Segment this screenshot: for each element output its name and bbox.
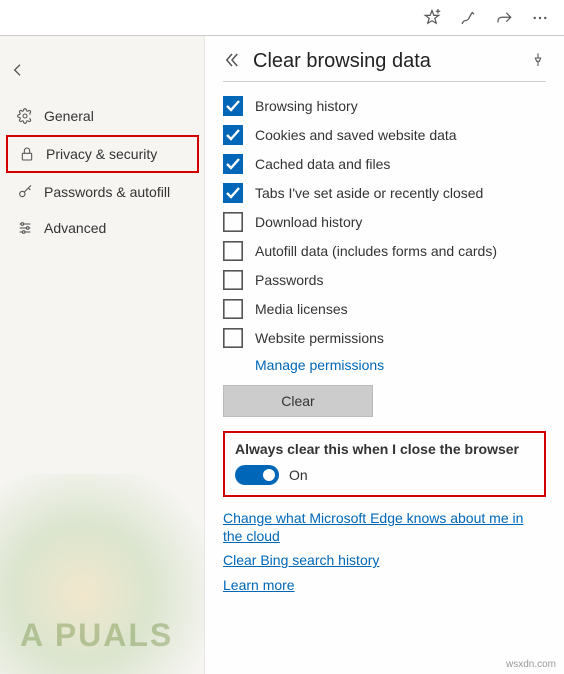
always-clear-toggle[interactable] xyxy=(235,465,279,485)
gear-icon xyxy=(16,107,34,125)
always-clear-heading: Always clear this when I close the brows… xyxy=(235,441,534,457)
lock-icon xyxy=(18,145,36,163)
checkbox-icon[interactable] xyxy=(223,125,243,145)
sidebar-item-advanced[interactable]: Advanced xyxy=(6,211,199,245)
manage-permissions-link[interactable]: Manage permissions xyxy=(255,357,546,373)
checkbox-icon[interactable] xyxy=(223,154,243,174)
settings-sidebar: General Privacy & security Passwords & a… xyxy=(0,36,205,674)
sidebar-item-general[interactable]: General xyxy=(6,99,199,133)
sidebar-item-label: Advanced xyxy=(44,220,106,236)
checkbox-row[interactable]: Browsing history xyxy=(223,96,546,116)
link-learn-more[interactable]: Learn more xyxy=(223,576,546,594)
checkbox-row[interactable]: Autofill data (includes forms and cards) xyxy=(223,241,546,261)
checkbox-icon[interactable] xyxy=(223,183,243,203)
draw-icon[interactable] xyxy=(450,0,486,36)
checkbox-icon[interactable] xyxy=(223,328,243,348)
checkbox-label: Browsing history xyxy=(255,98,358,114)
divider xyxy=(223,81,546,82)
panel-back-icon[interactable] xyxy=(223,51,241,72)
checkbox-label: Download history xyxy=(255,214,362,230)
more-icon[interactable] xyxy=(522,0,558,36)
checkbox-row[interactable]: Download history xyxy=(223,212,546,232)
share-icon[interactable] xyxy=(486,0,522,36)
checkbox-label: Cached data and files xyxy=(255,156,390,172)
checkbox-icon[interactable] xyxy=(223,241,243,261)
checkbox-label: Passwords xyxy=(255,272,323,288)
checkbox-label: Media licenses xyxy=(255,301,348,317)
checkbox-row[interactable]: Cached data and files xyxy=(223,154,546,174)
settings-panel: Clear browsing data Browsing history Cook… xyxy=(205,36,564,674)
checkbox-icon[interactable] xyxy=(223,96,243,116)
link-change-edge-privacy[interactable]: Change what Microsoft Edge knows about m… xyxy=(223,509,546,545)
sidebar-item-passwords-autofill[interactable]: Passwords & autofill xyxy=(6,175,199,209)
key-icon xyxy=(16,183,34,201)
top-toolbar xyxy=(0,0,564,36)
checkbox-row[interactable]: Tabs I've set aside or recently closed xyxy=(223,183,546,203)
checkbox-icon[interactable] xyxy=(223,212,243,232)
sidebar-item-privacy-security[interactable]: Privacy & security xyxy=(6,135,199,173)
clear-button[interactable]: Clear xyxy=(223,385,373,417)
pin-icon[interactable] xyxy=(530,52,546,71)
checkbox-row[interactable]: Cookies and saved website data xyxy=(223,125,546,145)
toggle-state-label: On xyxy=(289,467,308,483)
checkbox-label: Website permissions xyxy=(255,330,384,346)
checkbox-label: Autofill data (includes forms and cards) xyxy=(255,243,497,259)
back-icon[interactable] xyxy=(0,56,205,97)
favorite-icon[interactable] xyxy=(414,0,450,36)
sidebar-item-label: Privacy & security xyxy=(46,146,157,162)
link-clear-bing-history[interactable]: Clear Bing search history xyxy=(223,551,546,569)
checkbox-row[interactable]: Media licenses xyxy=(223,299,546,319)
checkbox-icon[interactable] xyxy=(223,299,243,319)
checkbox-label: Cookies and saved website data xyxy=(255,127,457,143)
checkbox-row[interactable]: Passwords xyxy=(223,270,546,290)
sliders-icon xyxy=(16,219,34,237)
sidebar-item-label: Passwords & autofill xyxy=(44,184,170,200)
always-clear-section: Always clear this when I close the brows… xyxy=(223,431,546,497)
footer-links: Change what Microsoft Edge knows about m… xyxy=(223,509,546,594)
panel-title: Clear browsing data xyxy=(253,50,518,73)
sidebar-item-label: General xyxy=(44,108,94,124)
checkbox-icon[interactable] xyxy=(223,270,243,290)
checkbox-row[interactable]: Website permissions xyxy=(223,328,546,348)
toggle-knob xyxy=(263,469,275,481)
checkbox-label: Tabs I've set aside or recently closed xyxy=(255,185,483,201)
